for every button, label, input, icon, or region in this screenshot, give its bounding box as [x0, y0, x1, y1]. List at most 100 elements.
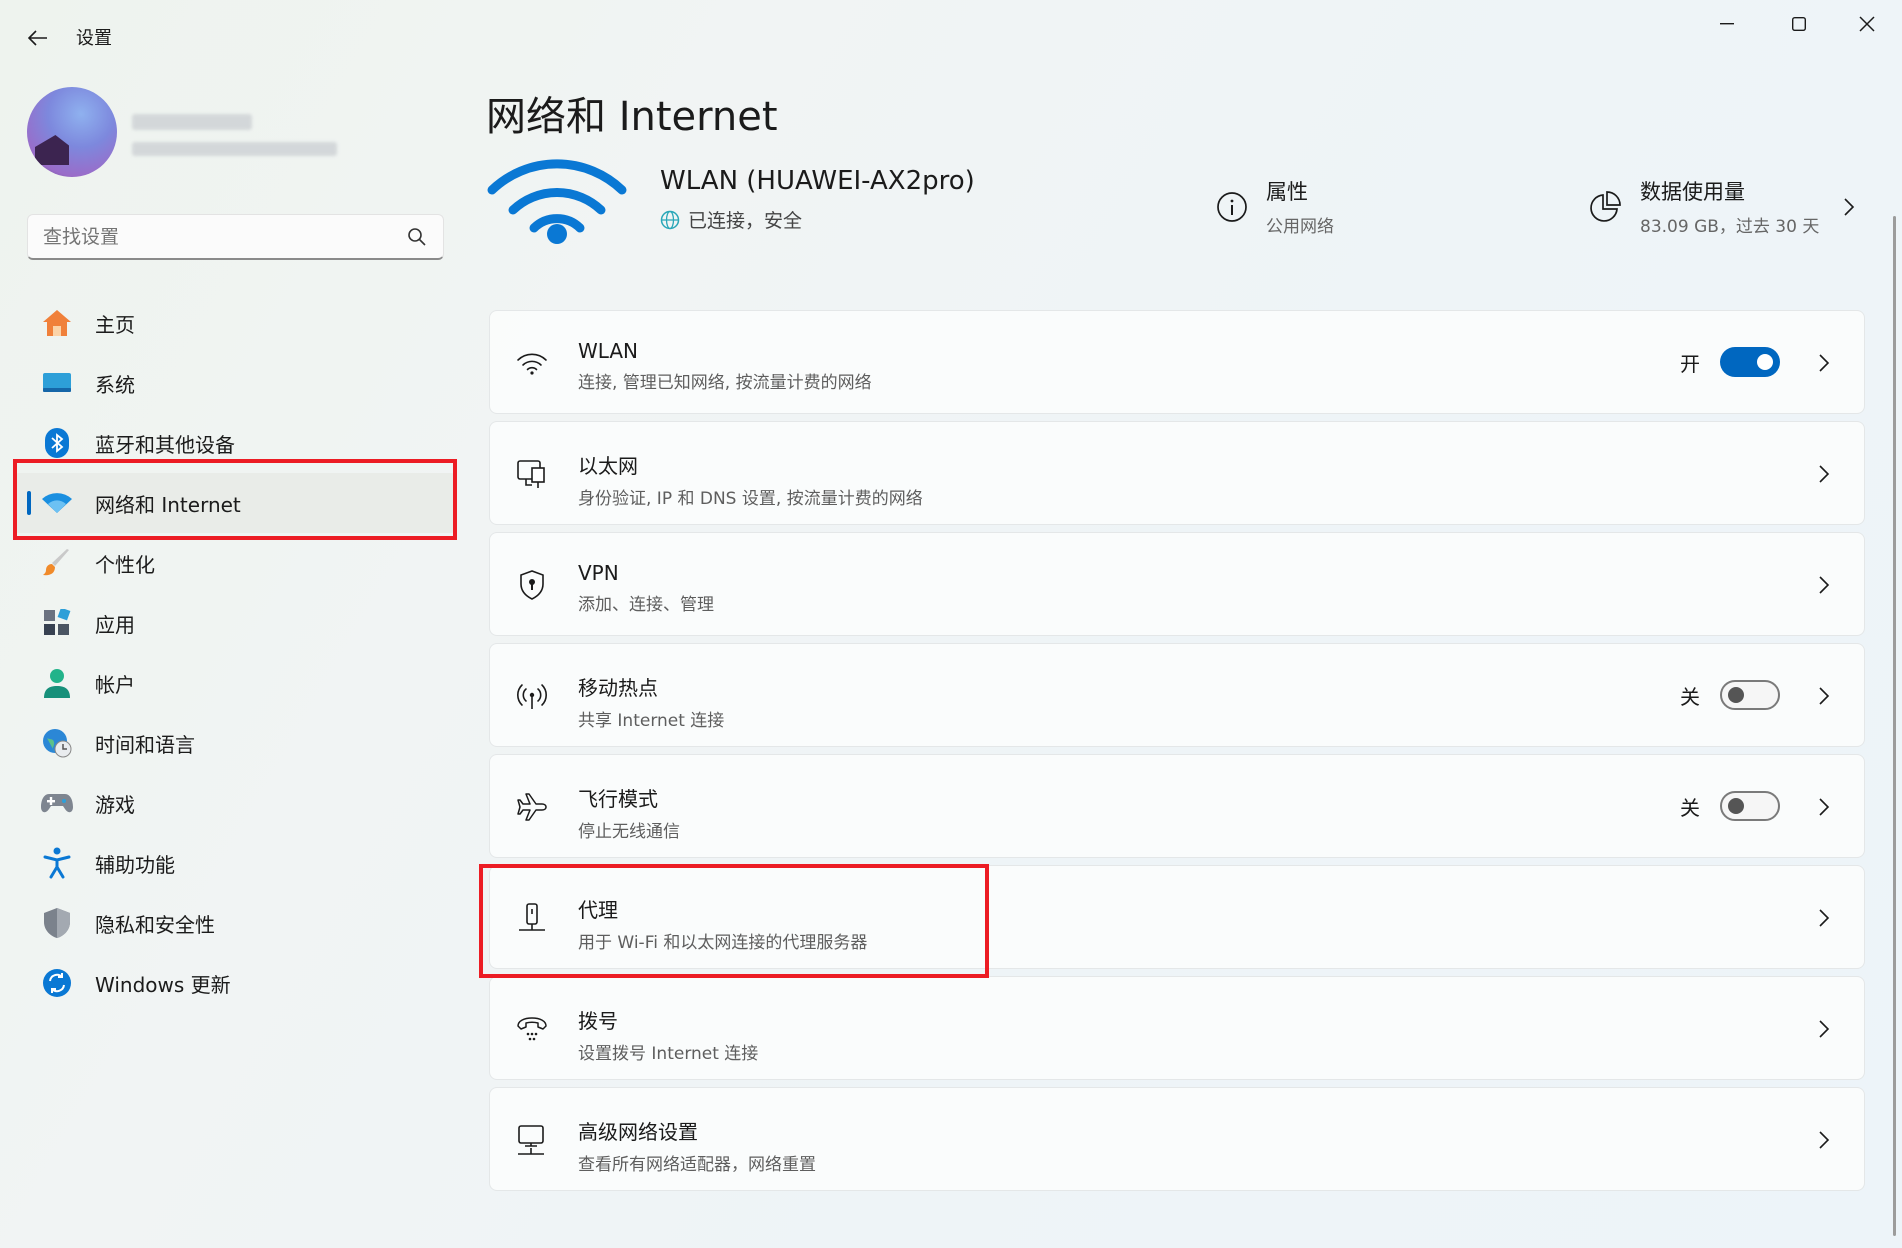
search-icon	[408, 228, 426, 246]
highlight-box-proxy	[479, 864, 989, 978]
sidebar-item-label: 个性化	[95, 552, 155, 577]
system-icon	[41, 367, 73, 399]
card-title: 拨号	[578, 1009, 618, 1033]
chevron-right-icon	[1812, 462, 1836, 486]
card-advanced-network[interactable]: 高级网络设置查看所有网络适配器，网络重置	[489, 1087, 1865, 1191]
card-subtitle: 连接, 管理已知网络, 按流量计费的网络	[578, 373, 872, 393]
card-subtitle: 身份验证, IP 和 DNS 设置, 按流量计费的网络	[578, 489, 923, 509]
apps-icon	[41, 607, 73, 639]
dial-up-icon	[512, 1011, 552, 1047]
user-email-redacted	[132, 142, 337, 156]
sidebar-item-label: 时间和语言	[95, 732, 195, 757]
network-adapter-icon	[512, 1122, 552, 1158]
card-airplane-mode[interactable]: 飞行模式 停止无线通信 关	[489, 754, 1865, 858]
avatar[interactable]	[27, 87, 117, 177]
connection-status-text: 已连接，安全	[688, 210, 803, 232]
sidebar-item-accounts[interactable]: 帐户	[13, 653, 457, 713]
toggle-knob	[1728, 687, 1744, 703]
card-subtitle: 查看所有网络适配器，网络重置	[578, 1155, 816, 1175]
sidebar-item-home[interactable]: 主页	[13, 293, 457, 353]
card-title: 高级网络设置	[578, 1120, 698, 1144]
toggle-knob	[1757, 354, 1773, 370]
chevron-right-icon	[1812, 795, 1836, 819]
properties-link[interactable]: 属性 公用网络	[1216, 176, 1334, 237]
sidebar-nav: 主页 系统 蓝牙和其他设备 网络和 Internet 个性化 应用 帐户 时间和…	[13, 293, 457, 1013]
chevron-right-icon	[1812, 573, 1836, 597]
card-wlan[interactable]: WLAN 连接, 管理已知网络, 按流量计费的网络 开	[489, 310, 1865, 414]
card-vpn[interactable]: VPN 添加、连接、管理	[489, 532, 1865, 636]
app-title: 设置	[76, 28, 112, 49]
chevron-right-icon	[1812, 351, 1836, 375]
card-subtitle: 停止无线通信	[578, 822, 680, 842]
gamepad-icon	[41, 787, 73, 819]
minimize-icon	[1720, 23, 1734, 25]
data-usage-title: 数据使用量	[1640, 180, 1745, 204]
maximize-button[interactable]	[1764, 0, 1834, 48]
account-icon	[41, 667, 73, 699]
close-button[interactable]	[1832, 0, 1902, 48]
card-subtitle: 添加、连接、管理	[578, 595, 714, 615]
search-box[interactable]	[27, 214, 444, 260]
airplane-icon	[512, 789, 552, 825]
sidebar-item-label: 游戏	[95, 792, 135, 817]
clock-globe-icon	[41, 727, 73, 759]
sidebar-item-privacy[interactable]: 隐私和安全性	[13, 893, 457, 953]
back-button[interactable]	[20, 20, 56, 56]
home-icon	[41, 307, 73, 339]
title-bar: 设置	[0, 0, 1902, 72]
sidebar-item-apps[interactable]: 应用	[13, 593, 457, 653]
close-icon	[1859, 16, 1875, 32]
chevron-right-icon	[1812, 1128, 1836, 1152]
sidebar-item-time-language[interactable]: 时间和语言	[13, 713, 457, 773]
data-usage-link[interactable]: 数据使用量 83.09 GB，过去 30 天	[1588, 176, 1855, 237]
toggle-knob	[1728, 798, 1744, 814]
airplane-toggle[interactable]	[1720, 791, 1780, 821]
sidebar-item-label: Windows 更新	[95, 972, 231, 997]
chevron-right-icon	[1812, 1017, 1836, 1041]
sidebar-item-label: 隐私和安全性	[95, 912, 215, 937]
scrollbar[interactable]	[1893, 216, 1896, 1236]
info-icon	[1217, 191, 1247, 222]
shield-icon	[41, 907, 73, 939]
chevron-right-icon	[1844, 197, 1855, 216]
wifi-icon	[512, 345, 552, 381]
sidebar-item-system[interactable]: 系统	[13, 353, 457, 413]
sidebar-item-windows-update[interactable]: Windows 更新	[13, 953, 457, 1013]
properties-subtitle: 公用网络	[1266, 217, 1334, 237]
user-name-redacted	[132, 114, 252, 130]
card-subtitle: 设置拨号 Internet 连接	[578, 1044, 759, 1064]
hotspot-icon	[512, 678, 552, 714]
wlan-toggle[interactable]	[1720, 347, 1780, 377]
card-ethernet[interactable]: 以太网 身份验证, IP 和 DNS 设置, 按流量计费的网络	[489, 421, 1865, 525]
card-subtitle: 共享 Internet 连接	[578, 711, 725, 731]
minimize-button[interactable]	[1692, 0, 1762, 48]
brush-icon	[41, 547, 73, 579]
sidebar-item-gaming[interactable]: 游戏	[13, 773, 457, 833]
connection-name: WLAN (HUAWEI-AX2pro)	[660, 166, 975, 196]
hotspot-toggle[interactable]	[1720, 680, 1780, 710]
sidebar-item-label: 帐户	[95, 672, 135, 697]
avatar-image	[35, 135, 69, 165]
chevron-right-icon	[1812, 684, 1836, 708]
bluetooth-icon	[41, 427, 73, 459]
sidebar-item-accessibility[interactable]: 辅助功能	[13, 833, 457, 893]
search-input[interactable]	[28, 225, 388, 248]
card-title: 移动热点	[578, 676, 658, 700]
card-title: 飞行模式	[578, 787, 658, 811]
ethernet-icon	[512, 456, 552, 492]
card-hotspot[interactable]: 移动热点共享 Internet 连接 关	[489, 643, 1865, 747]
vpn-shield-icon	[512, 567, 552, 603]
properties-title: 属性	[1266, 180, 1308, 204]
sidebar-item-label: 蓝牙和其他设备	[95, 432, 235, 457]
toggle-state-label: 关	[1680, 684, 1700, 709]
back-arrow-icon	[28, 30, 47, 46]
wifi-large-icon	[486, 156, 628, 248]
sidebar-item-personalization[interactable]: 个性化	[13, 533, 457, 593]
page-title: 网络和 Internet	[486, 94, 778, 140]
pie-chart-icon	[1590, 190, 1621, 222]
connection-status: 已连接，安全	[660, 206, 802, 233]
data-usage-subtitle: 83.09 GB，过去 30 天	[1640, 217, 1820, 237]
settings-list: WLAN 连接, 管理已知网络, 按流量计费的网络 开 以太网 身份验证, IP 和…	[489, 310, 1865, 1198]
card-dial-up[interactable]: 拨号设置拨号 Internet 连接	[489, 976, 1865, 1080]
chevron-right-icon	[1812, 906, 1836, 930]
